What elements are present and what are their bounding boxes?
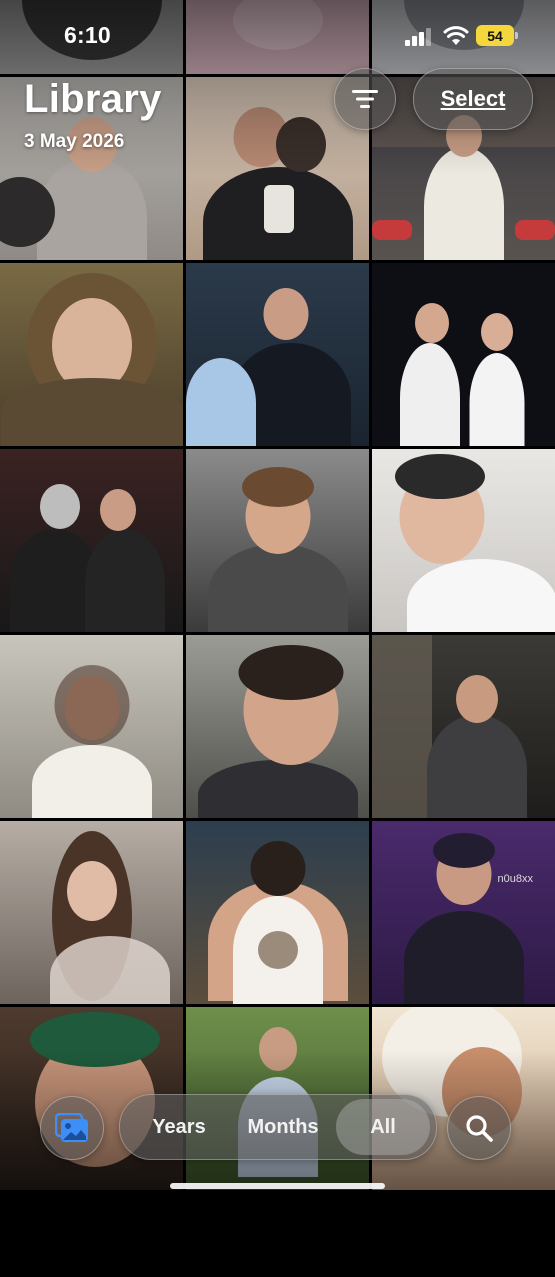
photo-library-button[interactable] [40,1096,104,1160]
status-bar: 6:10 54 [0,0,555,74]
segment-months[interactable]: Months [230,1095,336,1159]
segment-years[interactable]: Years [126,1095,232,1159]
wifi-icon [443,26,469,45]
photo-thumbnail[interactable] [0,263,183,446]
photo-thumbnail[interactable] [186,821,369,1004]
page-title: Library [24,77,162,121]
filter-icon [352,90,378,108]
photo-watermark-text: n0u8xx [497,873,533,885]
photo-library-icon [55,1113,88,1142]
battery-level: 54 [487,27,503,44]
photo-thumbnail[interactable] [0,635,183,818]
photo-thumbnail[interactable] [372,449,555,632]
status-time: 6:10 [64,22,111,48]
photo-thumbnail[interactable] [186,449,369,632]
filter-button[interactable] [334,68,396,130]
segment-all[interactable]: All [336,1099,430,1155]
search-icon [466,1115,493,1142]
photo-thumbnail[interactable] [0,821,183,1004]
photo-thumbnail[interactable]: n0u8xx [372,821,555,1004]
photo-thumbnail[interactable] [0,449,183,632]
photo-thumbnail[interactable] [186,263,369,446]
home-indicator [170,1183,385,1189]
header-date: 3 May 2026 [24,131,125,152]
time-segment-control: Years Months All [119,1094,437,1160]
cellular-signal-icon [405,28,433,46]
search-button[interactable] [447,1096,511,1160]
select-button[interactable]: Select [413,68,533,130]
photo-thumbnail[interactable] [372,263,555,446]
battery-indicator: 54 [476,25,518,46]
photo-thumbnail[interactable] [372,635,555,818]
photo-thumbnail[interactable] [186,635,369,818]
